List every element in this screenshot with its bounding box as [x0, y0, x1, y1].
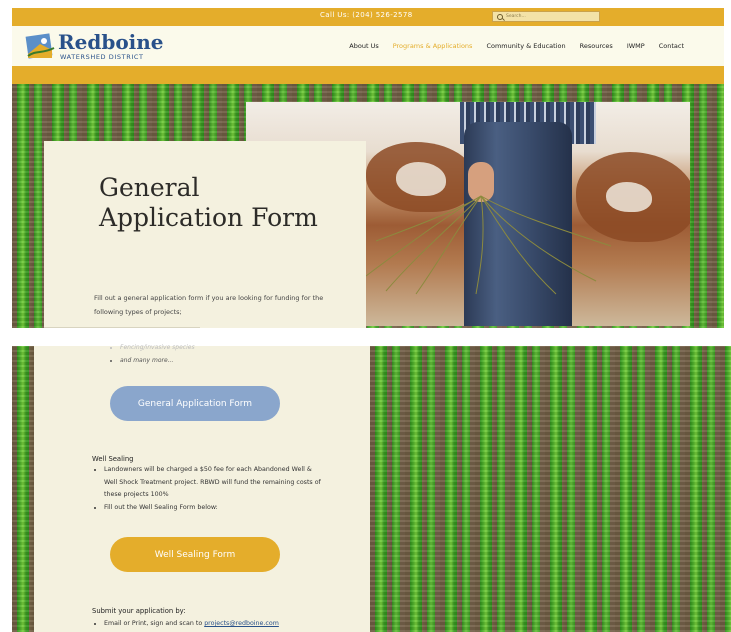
page: Call Us: (204) 526-2578 Search... Redboi… [0, 0, 731, 632]
logo-mark-icon [25, 33, 55, 59]
logo-name: Redboine [58, 30, 164, 54]
list-item: and many more... [120, 354, 195, 367]
search-input[interactable]: Search... [492, 11, 600, 22]
crop-field-background-left [12, 346, 34, 632]
nav-iwmp[interactable]: IWMP [627, 42, 645, 50]
grass-bundle-icon [365, 195, 612, 295]
top-bar: Call Us: (204) 526-2578 Search... [12, 8, 724, 26]
submit-heading: Submit your application by: [92, 607, 186, 615]
well-sealing-list: Landowners will be charged a $50 fee for… [104, 464, 324, 514]
list-item: Landowners will be charged a $50 fee for… [104, 464, 324, 502]
submit-text: Email or Print, sign and scan to [104, 620, 205, 627]
nav-community-education[interactable]: Community & Education [486, 42, 565, 50]
intro-text: Fill out a general application form if y… [94, 294, 324, 316]
hero-card: General Application Form Fill out a gene… [44, 141, 366, 328]
gold-divider-band [12, 66, 724, 84]
logo[interactable]: Redboine WATERSHED DISTRICT [22, 30, 172, 64]
general-application-form-button[interactable]: General Application Form [110, 386, 280, 421]
divider [44, 327, 200, 328]
page-title: General Application Form [99, 173, 318, 232]
call-us-text[interactable]: Call Us: (204) 526-2578 [320, 11, 413, 19]
logo-subtitle: WATERSHED DISTRICT [60, 53, 144, 61]
crop-field-background-right [370, 346, 731, 632]
nav-about-us[interactable]: About Us [349, 42, 378, 50]
submit-list: Email or Print, sign and scan to project… [104, 618, 324, 631]
main-nav: About Us Programs & Applications Communi… [349, 42, 684, 50]
well-sealing-heading: Well Sealing [92, 455, 134, 463]
nav-programs-applications[interactable]: Programs & Applications [393, 42, 473, 50]
well-sealing-form-button[interactable]: Well Sealing Form [110, 537, 280, 572]
email-link[interactable]: projects@redboine.com [204, 620, 279, 627]
project-types-list: Fencing/invasive species and many more..… [120, 341, 195, 367]
search-icon [497, 13, 503, 20]
site-header: Redboine WATERSHED DISTRICT About Us Pro… [12, 26, 724, 66]
content-card: Fencing/invasive species and many more..… [34, 344, 370, 632]
nav-contact[interactable]: Contact [659, 42, 684, 50]
nav-resources[interactable]: Resources [580, 42, 613, 50]
list-item: Email or Print, sign and scan to project… [104, 618, 324, 631]
list-item: Fill out the Well Sealing Form below: [104, 502, 324, 515]
search-placeholder: Search... [506, 14, 526, 19]
list-item: Fencing/invasive species [120, 341, 195, 354]
